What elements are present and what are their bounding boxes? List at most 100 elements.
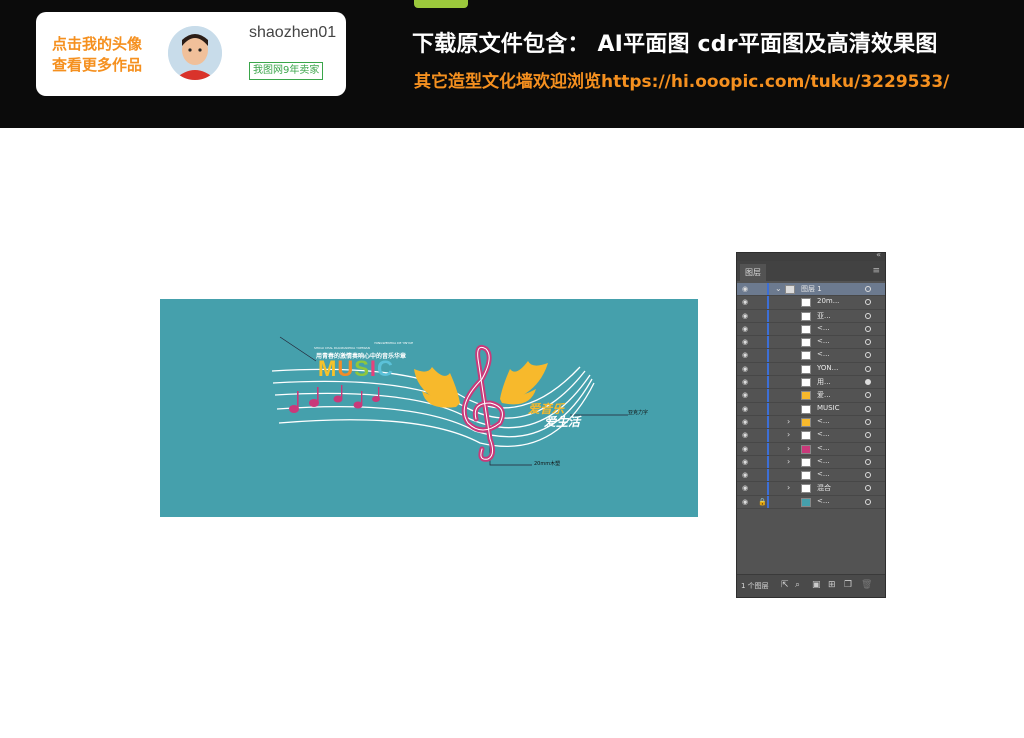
music-notes (289, 385, 380, 413)
export-icon[interactable]: ⇱ (781, 580, 789, 590)
layer-label[interactable]: YON... (817, 364, 838, 372)
author-card[interactable]: 点击我的头像 查看更多作品 shaozhen01 我图网9年卖家 (36, 12, 346, 96)
target-circle-icon[interactable] (865, 365, 871, 372)
chevron-right-icon[interactable]: › (787, 457, 790, 466)
layer-label[interactable]: <... (817, 337, 830, 345)
delete-icon[interactable]: 🗑 (861, 580, 872, 590)
layer-row[interactable]: ◉ <... (737, 322, 885, 337)
layer-label[interactable]: <... (817, 444, 830, 452)
visibility-eye-icon[interactable]: ◉ (742, 339, 751, 346)
visibility-eye-icon[interactable]: ◉ (742, 485, 751, 492)
target-circle-icon[interactable] (865, 392, 871, 399)
layer-label[interactable]: MUSIC (817, 404, 840, 412)
visibility-eye-icon[interactable]: ◉ (742, 325, 751, 332)
target-circle-icon[interactable] (865, 458, 871, 465)
layer-row[interactable]: ◉ <... (737, 336, 885, 350)
layer-label[interactable]: 用... (817, 377, 831, 387)
visibility-eye-icon[interactable]: ◉ (742, 418, 751, 425)
new-layer-icon[interactable]: ❐ (844, 580, 852, 590)
chevron-right-icon[interactable]: › (787, 430, 790, 439)
target-circle-icon[interactable] (865, 299, 871, 306)
visibility-eye-icon[interactable]: ◉ (742, 379, 751, 386)
layer-row[interactable]: ◉ › <... (737, 442, 885, 456)
chevron-right-icon[interactable]: › (787, 483, 790, 492)
visibility-eye-icon[interactable]: ◉ (742, 392, 751, 399)
target-circle-icon[interactable] (865, 325, 871, 332)
visibility-eye-icon[interactable]: ◉ (742, 352, 751, 359)
target-circle-icon[interactable] (865, 445, 871, 452)
layer-label[interactable]: <... (817, 417, 830, 425)
layer-label[interactable]: 亚... (817, 311, 831, 321)
chevron-down-icon[interactable]: ⌄ (775, 284, 782, 293)
author-cta-text[interactable]: 点击我的头像 查看更多作品 (52, 34, 162, 76)
visibility-eye-icon[interactable]: ◉ (742, 445, 751, 452)
layer-row[interactable]: ◉ › <... (737, 429, 885, 443)
visibility-eye-icon[interactable]: ◉ (742, 405, 751, 412)
layer-row[interactable]: ◉ 亚... (737, 309, 885, 323)
visibility-eye-icon[interactable]: ◉ (742, 498, 751, 505)
visibility-eye-icon[interactable]: ◉ (742, 286, 751, 293)
visibility-eye-icon[interactable]: ◉ (742, 472, 751, 479)
layer-list[interactable]: ◉ ⌄ 图层 1 ◉ 20m... ◉ 亚... ◉ <... ◉ <... ◉ <... ◉ YON...… (737, 283, 885, 510)
layer-row[interactable]: ◉ <... (737, 349, 885, 363)
layer-row[interactable]: ◉ MUSIC (737, 402, 885, 416)
layer-label[interactable]: <... (817, 497, 830, 505)
target-circle-icon[interactable] (865, 312, 871, 319)
layer-label[interactable]: <... (817, 470, 830, 478)
layers-panel[interactable]: « 图层 ≡ ◉ ⌄ 图层 1 ◉ 20m... ◉ 亚... ◉ <... ◉ <... ◉ <...… (736, 250, 886, 598)
visibility-eye-icon[interactable]: ◉ (742, 299, 751, 306)
visibility-eye-icon[interactable]: ◉ (742, 432, 751, 439)
target-circle-icon[interactable] (865, 472, 871, 479)
target-circle-icon[interactable] (865, 339, 871, 346)
layer-row[interactable]: ◉ 🔒 <... (737, 495, 885, 510)
author-name[interactable]: shaozhen01 (249, 24, 336, 42)
panel-menu-icon[interactable]: ≡ (872, 266, 880, 276)
subline-link[interactable]: 其它造型文化墙欢迎浏览https://hi.ooopic.com/tuku/32… (414, 67, 949, 92)
new-sublayer-icon[interactable]: ⊞ (828, 580, 836, 590)
target-circle-icon[interactable] (865, 286, 871, 292)
layer-label[interactable]: 图层 1 (801, 284, 822, 294)
layer-label[interactable]: <... (817, 350, 830, 358)
layer-label[interactable]: 爱... (817, 390, 831, 400)
chevron-right-icon[interactable]: › (787, 444, 790, 453)
avatar[interactable] (168, 26, 222, 80)
layer-label[interactable]: <... (817, 430, 830, 438)
layer-row[interactable]: ◉ <... (737, 469, 885, 483)
target-circle-icon[interactable] (865, 498, 871, 505)
music-letter: I (369, 356, 378, 381)
visibility-eye-icon[interactable]: ◉ (742, 312, 751, 319)
search-icon[interactable]: ⌕ (795, 580, 800, 590)
target-circle-icon[interactable] (865, 418, 871, 425)
target-circle-icon[interactable] (865, 432, 871, 439)
layer-row[interactable]: ◉ ⌄ 图层 1 (737, 283, 885, 297)
lock-icon[interactable]: 🔒 (758, 498, 767, 506)
layer-row[interactable]: ◉ › <... (737, 455, 885, 470)
music-letter: M (318, 356, 338, 381)
target-circle-icon[interactable] (865, 485, 871, 492)
music-wall-artboard[interactable]: YONGWENHUA DE YINYUE SHICAI CHAL DIAOXIA… (160, 299, 698, 517)
clipping-mask-icon[interactable]: ▣ (812, 580, 821, 590)
panel-titlebar[interactable]: « (737, 250, 885, 261)
layer-row[interactable]: ◉ 20m... (737, 296, 885, 310)
layer-color-bar (767, 376, 769, 389)
layer-thumbnail (801, 457, 811, 467)
chevron-right-icon[interactable]: › (787, 417, 790, 426)
target-circle-icon[interactable] (865, 405, 871, 412)
layer-label[interactable]: 20m... (817, 297, 839, 305)
layer-row[interactable]: ◉ YON... (737, 362, 885, 377)
target-circle-icon[interactable] (865, 379, 871, 386)
layer-row[interactable]: ◉ › 混合 (737, 482, 885, 496)
english-line-1: YONGWENHUA DE YINYUE (374, 341, 414, 345)
visibility-eye-icon[interactable]: ◉ (742, 365, 751, 372)
layer-row[interactable]: ◉ 用... (737, 376, 885, 390)
collapse-icon[interactable]: « (876, 250, 881, 259)
layer-row[interactable]: ◉ 爱... (737, 389, 885, 403)
layer-row[interactable]: ◉ › <... (737, 415, 885, 430)
layer-label[interactable]: <... (817, 457, 830, 465)
layer-color-bar (767, 495, 769, 509)
tab-layers[interactable]: 图层 (740, 264, 766, 281)
visibility-eye-icon[interactable]: ◉ (742, 458, 751, 465)
target-circle-icon[interactable] (865, 352, 871, 359)
layer-label[interactable]: 混合 (817, 483, 831, 493)
layer-label[interactable]: <... (817, 324, 830, 332)
